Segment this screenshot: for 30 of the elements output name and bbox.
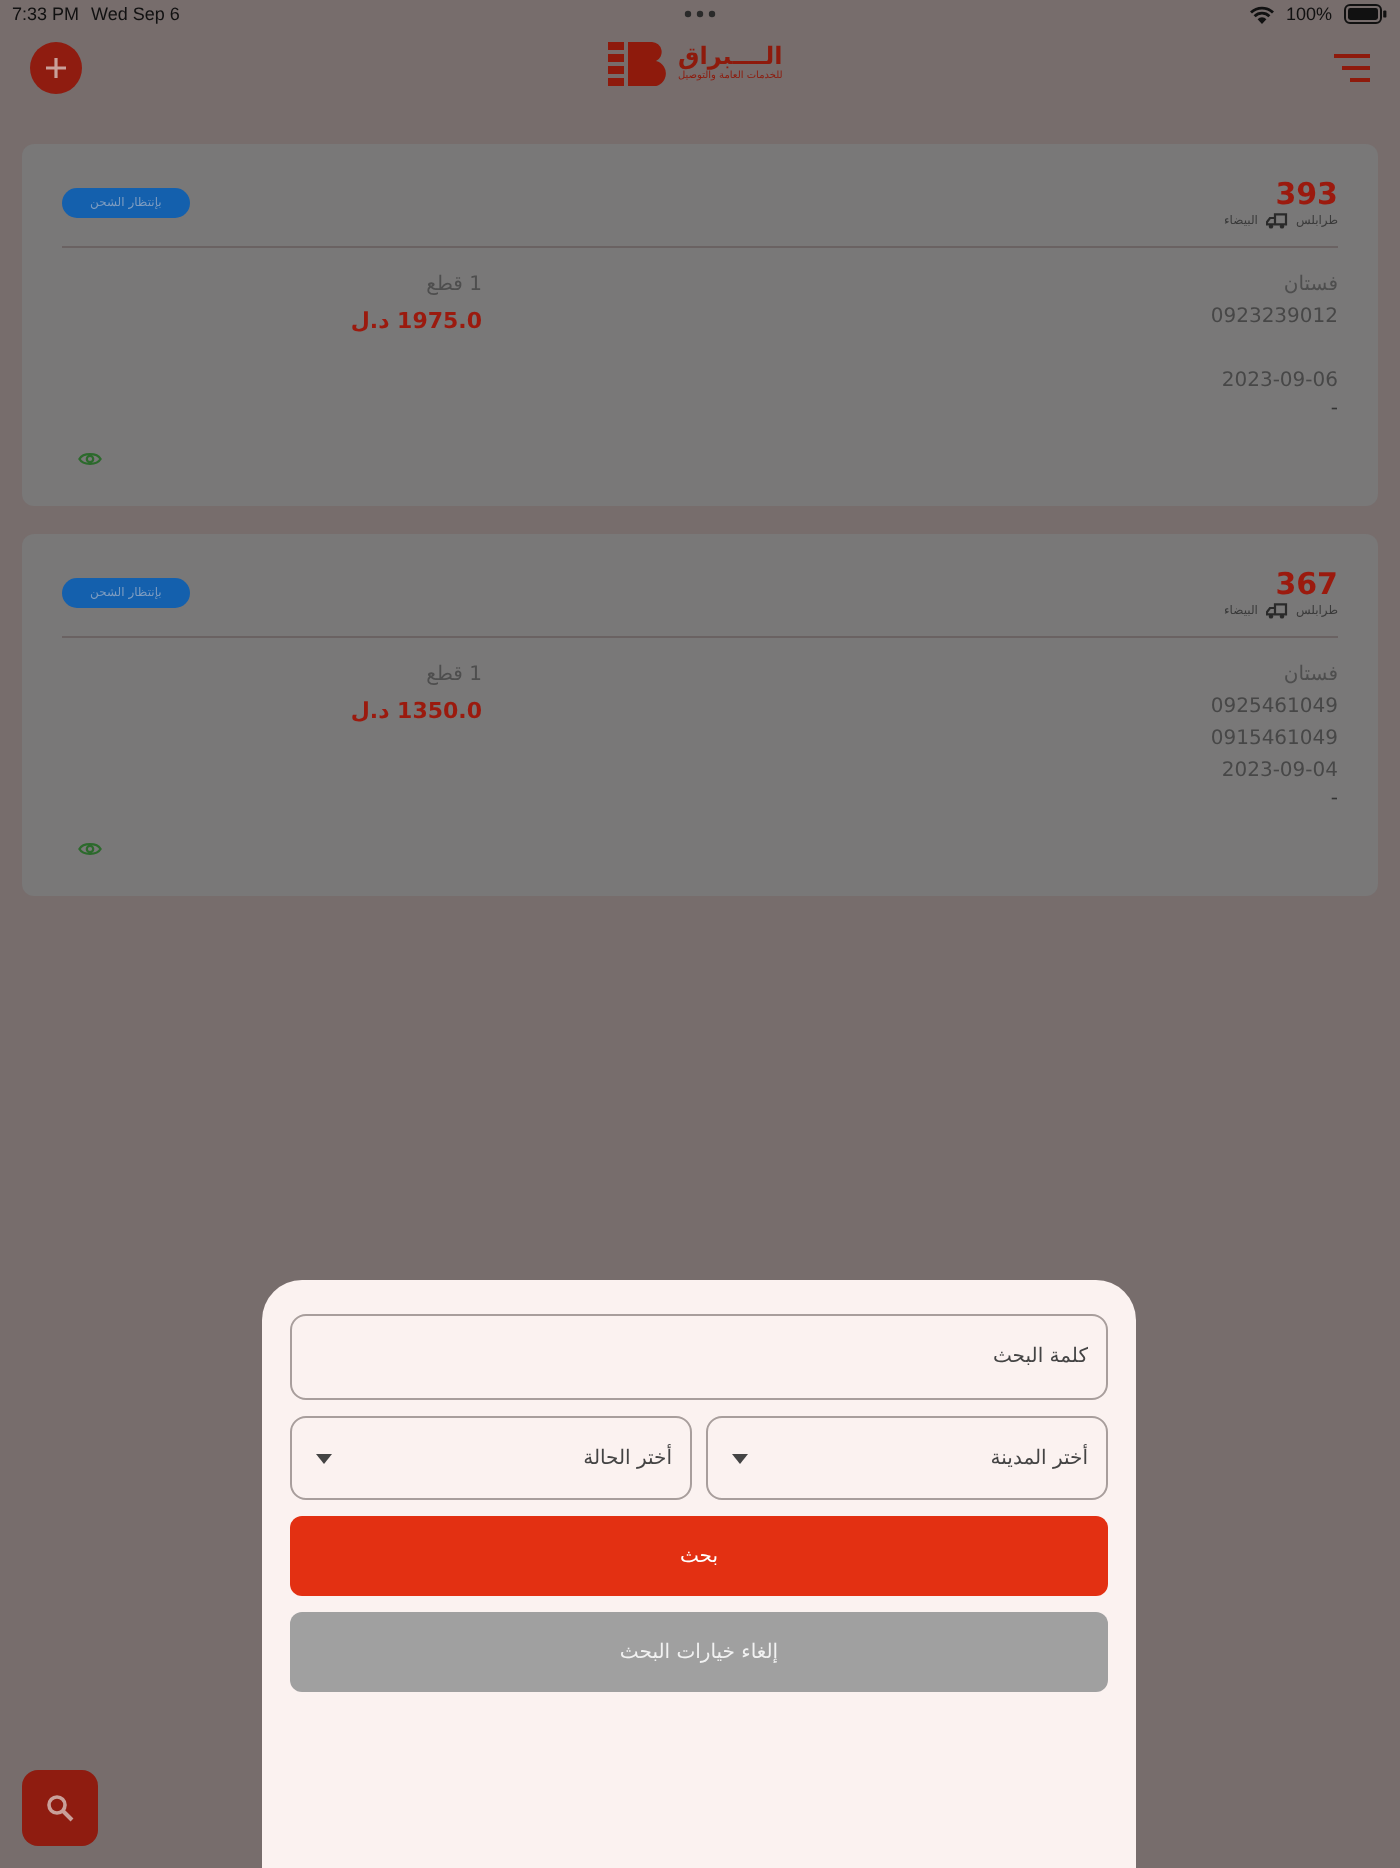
status-date: Wed Sep 6: [91, 4, 180, 24]
battery-icon: [1344, 4, 1388, 24]
order-number: 393: [1275, 176, 1338, 212]
order-note: -: [1330, 398, 1338, 422]
status-time: 7:33 PM: [12, 4, 80, 24]
battery-percent: 100%: [1285, 4, 1332, 24]
truck-icon: [1265, 212, 1288, 230]
plus-icon: [44, 56, 68, 80]
price: 1975.0 د.ل: [350, 306, 482, 338]
price: 1350.0 د.ل: [350, 696, 482, 728]
submit-search-button[interactable]: بحث: [290, 1516, 1108, 1596]
status-dropdown[interactable]: أختر الحالة: [290, 1416, 692, 1500]
logo-icon: [608, 42, 672, 86]
order-note: -: [1330, 788, 1338, 812]
caret-icon: [732, 1453, 748, 1463]
menu-icon[interactable]: [1334, 54, 1370, 82]
order-number: 367: [1275, 566, 1338, 602]
city-dropdown[interactable]: أختر المدينة: [706, 1416, 1108, 1500]
add-button[interactable]: [30, 42, 82, 94]
caret-icon: [316, 1453, 332, 1463]
multitask-dots-icon: [684, 10, 716, 18]
cancel-search-button[interactable]: إلغاء خيارات البحث: [290, 1612, 1108, 1692]
eye-icon[interactable]: [78, 450, 102, 468]
truck-icon: [1265, 602, 1288, 620]
search-icon: [46, 1794, 74, 1822]
wifi-icon: [1249, 5, 1274, 23]
logo-title: الــــبراق: [678, 44, 783, 70]
eye-icon[interactable]: [78, 840, 102, 858]
keyword-field[interactable]: كلمة البحث: [290, 1314, 1108, 1400]
search-button[interactable]: [22, 1770, 98, 1846]
